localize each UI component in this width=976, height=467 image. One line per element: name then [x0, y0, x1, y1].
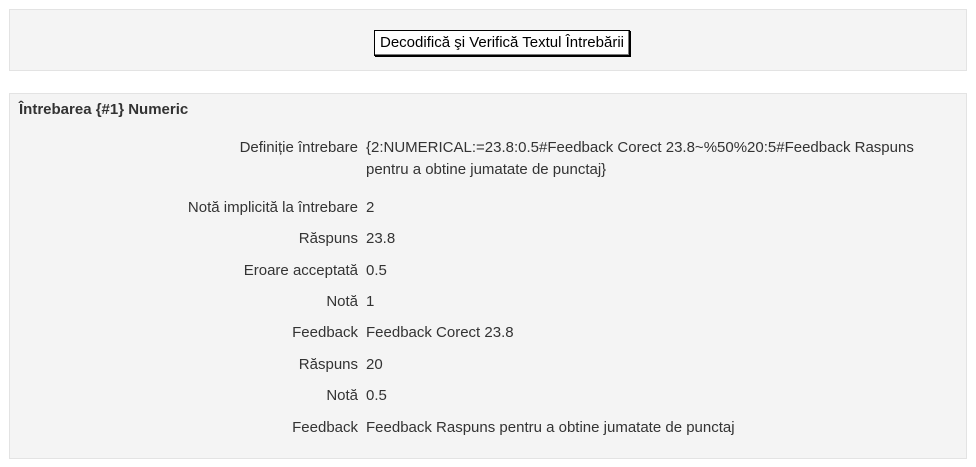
- answer-value: 23.8: [366, 230, 396, 247]
- feedback-value: Feedback Raspuns pentru a obtine jumatat…: [366, 419, 735, 436]
- answer-label: Răspuns: [298, 356, 358, 373]
- answer-value: 20: [366, 356, 383, 373]
- answer-label: Răspuns: [298, 230, 358, 247]
- grade-value: 1: [366, 293, 375, 310]
- decode-panel: Decodifică şi Verifică Textul Întrebării: [9, 9, 967, 71]
- page: Decodifică şi Verifică Textul Întrebării…: [0, 0, 976, 467]
- grade-label: Notă: [326, 387, 358, 404]
- feedback-label: Feedback: [292, 419, 358, 436]
- feedback-value: Feedback Corect 23.8: [366, 324, 514, 341]
- tolerance-label: Eroare acceptată: [243, 262, 358, 279]
- question-details: Definiție întrebare {2:NUMERICAL:=23.8:0…: [10, 94, 966, 458]
- question-panel: Întrebarea {#1} Numeric Definiție întreb…: [9, 93, 967, 459]
- default-grade-value: 2: [366, 199, 375, 216]
- definition-value: {2:NUMERICAL:=23.8:0.5#Feedback Corect 2…: [366, 139, 914, 178]
- feedback-label: Feedback: [292, 324, 358, 341]
- grade-value: 0.5: [366, 387, 387, 404]
- grade-label: Notă: [326, 293, 358, 310]
- tolerance-value: 0.5: [366, 262, 387, 279]
- default-grade-label: Notă implicită la întrebare: [187, 199, 358, 216]
- decode-verify-button[interactable]: Decodifică şi Verifică Textul Întrebării: [374, 30, 630, 56]
- definition-label: Definiție întrebare: [239, 139, 358, 156]
